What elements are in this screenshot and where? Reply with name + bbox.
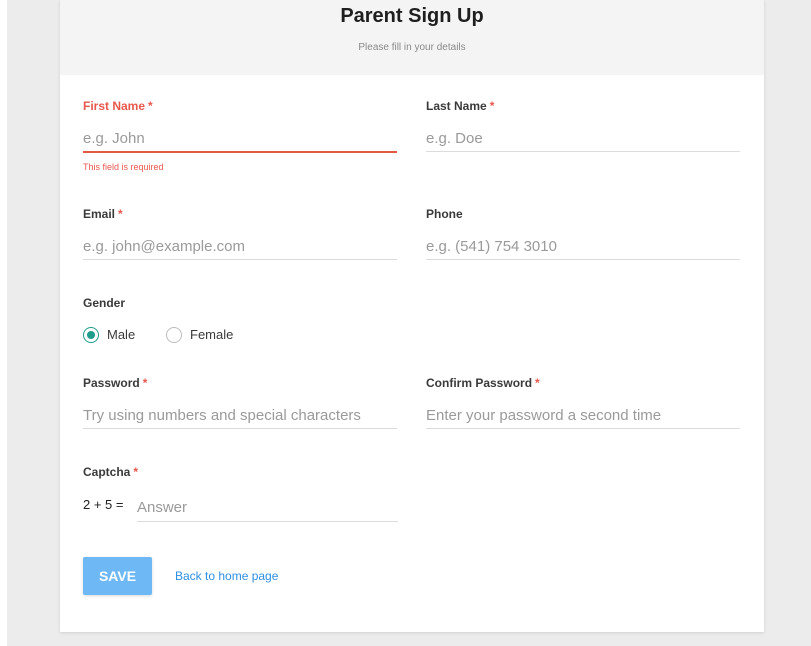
email-input[interactable] (83, 233, 397, 260)
phone-label: Phone (426, 207, 463, 221)
first-name-label: First Name * (83, 99, 153, 113)
radio-male-label[interactable]: Male (107, 327, 135, 342)
left-edge (0, 0, 7, 646)
first-name-error: This field is required (83, 162, 164, 172)
back-to-home-link[interactable]: Back to home page (175, 569, 278, 583)
gender-label: Gender (83, 296, 126, 310)
captcha-label: Captcha * (83, 465, 139, 479)
last-name-label: Last Name * (426, 99, 495, 113)
email-label: Email * (83, 207, 123, 221)
required-marker: * (489, 99, 495, 113)
required-marker: * (535, 376, 540, 390)
last-name-input[interactable] (426, 125, 740, 152)
phone-input[interactable] (426, 233, 740, 260)
required-marker: * (133, 465, 139, 479)
signup-card: Parent Sign Up Please fill in your detai… (60, 0, 764, 632)
required-marker: * (118, 207, 123, 221)
confirm-password-label: Confirm Password * (426, 376, 540, 390)
save-button[interactable]: SAVE (83, 557, 152, 595)
confirm-password-input[interactable] (426, 402, 740, 429)
page-subtitle: Please fill in your details (358, 42, 466, 53)
radio-male[interactable] (83, 327, 99, 343)
password-label: Password * (83, 376, 148, 390)
card-header: Parent Sign Up Please fill in your detai… (60, 0, 764, 75)
captcha-question: 2 + 5 = (83, 497, 124, 512)
radio-female[interactable] (166, 327, 182, 343)
radio-female-label[interactable]: Female (190, 327, 233, 342)
required-marker: * (148, 99, 153, 113)
password-input[interactable] (83, 402, 397, 429)
page-title: Parent Sign Up (340, 5, 484, 27)
first-name-input[interactable] (83, 125, 397, 153)
required-marker: * (142, 376, 148, 390)
captcha-answer-input[interactable] (137, 493, 398, 522)
